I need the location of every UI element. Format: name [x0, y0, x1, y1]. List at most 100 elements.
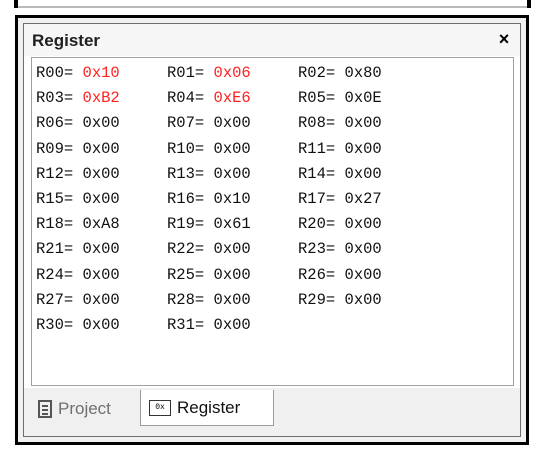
register-name: R09=	[36, 139, 74, 158]
tab-register-label: Register	[177, 397, 241, 417]
tab-register[interactable]: 0x Register	[140, 390, 274, 426]
register-name: R06=	[36, 114, 74, 133]
window-background: Register × R00= 0x10 R01= 0x06 R02= 0x80 R0…	[0, 0, 548, 452]
register-name: R17=	[298, 189, 336, 208]
edge-line	[18, 6, 527, 8]
register-entry: R31= 0x00	[167, 314, 298, 339]
window-top-edge	[0, 0, 548, 10]
register-list: R00= 0x10 R01= 0x06 R02= 0x80 R03= 0xB2 R04=…	[31, 57, 514, 386]
register-value: 0x00	[344, 240, 382, 259]
register-name: R15=	[36, 189, 74, 208]
edge-mark-right	[527, 0, 531, 8]
register-entry: R10= 0x00	[167, 138, 298, 163]
register-name: R28=	[167, 290, 205, 309]
register-name: R21=	[36, 240, 74, 259]
register-name: R10=	[167, 139, 205, 158]
register-value: 0x27	[344, 189, 382, 208]
register-name: R25=	[167, 265, 205, 284]
register-value: 0x10	[82, 64, 120, 82]
register-entry: R26= 0x00	[298, 264, 429, 289]
register-value: 0xB2	[82, 89, 120, 108]
register-name: R16=	[167, 189, 205, 208]
register-entry: R18= 0xA8	[36, 213, 167, 238]
register-value: 0x00	[82, 290, 120, 309]
register-entry: R17= 0x27	[298, 188, 429, 213]
register-entry: R13= 0x00	[167, 163, 298, 188]
register-value: 0x00	[213, 114, 251, 133]
register-name: R22=	[167, 240, 205, 259]
register-value: 0x06	[213, 64, 251, 82]
register-value: 0x00	[213, 265, 251, 284]
register-name: R27=	[36, 290, 74, 309]
register-name: R20=	[298, 215, 336, 234]
empty-cell	[298, 314, 429, 339]
register-value: 0x00	[82, 139, 120, 158]
register-entry: R29= 0x00	[298, 289, 429, 314]
register-value: 0x00	[82, 315, 120, 334]
register-entry: R07= 0x00	[167, 112, 298, 137]
register-name: R29=	[298, 290, 336, 309]
register-name: R05=	[298, 89, 336, 108]
register-value: 0x00	[82, 265, 120, 284]
register-name: R12=	[36, 164, 74, 183]
register-entry: R21= 0x00	[36, 238, 167, 263]
tab-project-label: Project	[58, 399, 111, 418]
register-entry: R24= 0x00	[36, 264, 167, 289]
register-value: 0x00	[213, 315, 251, 334]
register-entry: R00= 0x10	[36, 62, 167, 87]
register-name: R24=	[36, 265, 74, 284]
register-name: R00=	[36, 64, 74, 82]
panel-title: Register	[32, 31, 101, 50]
register-entry: R23= 0x00	[298, 238, 429, 263]
register-value: 0x0E	[344, 89, 382, 108]
register-entry: R12= 0x00	[36, 163, 167, 188]
register-entry: R06= 0x00	[36, 112, 167, 137]
register-entry: R09= 0x00	[36, 138, 167, 163]
register-value: 0xE6	[213, 89, 251, 108]
register-entry: R04= 0xE6	[167, 87, 298, 112]
register-icon: 0x	[149, 399, 171, 416]
register-value: 0x00	[82, 114, 120, 133]
register-entry: R08= 0x00	[298, 112, 429, 137]
register-entry: R16= 0x10	[167, 188, 298, 213]
tab-project[interactable]: Project	[30, 392, 136, 426]
register-name: R18=	[36, 215, 74, 234]
register-entry: R19= 0x61	[167, 213, 298, 238]
register-value: 0xA8	[82, 215, 120, 234]
register-name: R11=	[298, 139, 336, 158]
register-entry: R02= 0x80	[298, 62, 429, 87]
register-name: R19=	[167, 215, 205, 234]
register-name: R13=	[167, 164, 205, 183]
register-value: 0x61	[213, 215, 251, 234]
register-value: 0x00	[344, 114, 382, 133]
register-name: R08=	[298, 114, 336, 133]
register-name: R31=	[167, 315, 205, 334]
tab-bar: Project 0x Register	[24, 388, 520, 436]
register-name: R07=	[167, 114, 205, 133]
register-entry: R30= 0x00	[36, 314, 167, 339]
register-panel-frame: Register × R00= 0x10 R01= 0x06 R02= 0x80 R0…	[15, 15, 529, 445]
register-value: 0x00	[82, 240, 120, 259]
register-value: 0x00	[82, 189, 120, 208]
register-entry: R05= 0x0E	[298, 87, 429, 112]
register-value: 0x00	[344, 265, 382, 284]
register-panel: Register × R00= 0x10 R01= 0x06 R02= 0x80 R0…	[23, 23, 521, 437]
register-name: R03=	[36, 89, 74, 108]
register-name: R02=	[298, 64, 336, 82]
close-icon[interactable]: ×	[494, 28, 514, 50]
register-entry: R01= 0x06	[167, 62, 298, 87]
register-entry: R03= 0xB2	[36, 87, 167, 112]
register-value: 0x00	[344, 290, 382, 309]
register-value: 0x00	[213, 164, 251, 183]
register-entry: R20= 0x00	[298, 213, 429, 238]
register-name: R14=	[298, 164, 336, 183]
register-value: 0x10	[213, 189, 251, 208]
register-name: R04=	[167, 89, 205, 108]
register-value: 0x00	[213, 290, 251, 309]
register-name: R30=	[36, 315, 74, 334]
register-entry: R14= 0x00	[298, 163, 429, 188]
register-entry: R28= 0x00	[167, 289, 298, 314]
register-value: 0x00	[213, 240, 251, 259]
register-name: R26=	[298, 265, 336, 284]
register-entry: R11= 0x00	[298, 138, 429, 163]
